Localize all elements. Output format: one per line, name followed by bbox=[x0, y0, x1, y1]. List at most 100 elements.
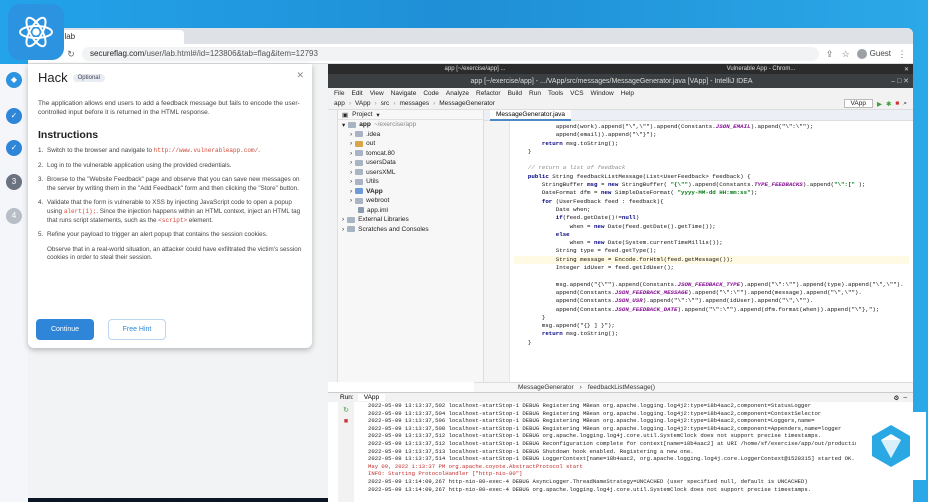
panel-intro: The application allows end users to add … bbox=[38, 100, 300, 116]
nav-crumb-src[interactable]: src bbox=[381, 100, 390, 107]
editor-tab[interactable]: MessageGenerator.java bbox=[490, 109, 572, 121]
run-toolbar: ↻ ■ bbox=[338, 402, 354, 502]
debug-icon[interactable]: ✱ bbox=[886, 100, 891, 108]
instructions-list: 1. Switch to the browser and navigate to … bbox=[38, 147, 302, 263]
code-editor[interactable]: MessageGenerator.java append(work).appen… bbox=[484, 109, 913, 382]
folder-icon bbox=[355, 140, 364, 147]
menu-analyze[interactable]: Analyze bbox=[446, 90, 469, 97]
ide-navbar: app › VApp › src › messages › MessageGenerat… bbox=[328, 98, 913, 110]
intellij-window: app [~/exercise/app] ... Vulnerable App … bbox=[328, 64, 913, 502]
step-text: Log in to the vulnerable application usi… bbox=[47, 161, 232, 169]
console-line: 2022-05-09 13:13:37,506 localhost-startS… bbox=[368, 417, 815, 425]
crumb-method[interactable]: feedbackListMessage() bbox=[588, 384, 655, 391]
profile-label: Guest bbox=[869, 49, 891, 58]
tree-item-vapp[interactable]: › VApp bbox=[338, 187, 483, 197]
stop-icon[interactable]: ■ bbox=[895, 100, 899, 107]
tree-item-tomcat[interactable]: › tomcat.80 bbox=[338, 149, 483, 159]
run-icon[interactable]: ▶ bbox=[877, 100, 882, 108]
menu-run[interactable]: Run bbox=[529, 90, 541, 97]
run-tab[interactable]: VApp bbox=[357, 394, 386, 401]
window-minimize-icon[interactable]: – bbox=[891, 78, 895, 85]
crumb-class[interactable]: MessageGenerator bbox=[518, 384, 574, 391]
folder-icon bbox=[355, 150, 364, 157]
reload-icon[interactable]: ↻ bbox=[66, 49, 76, 59]
menu-tools[interactable]: Tools bbox=[548, 90, 563, 97]
ide-titlebar: app [~/exercise/app] - .../VApp/src/mess… bbox=[328, 74, 913, 88]
tree-label: Scratches and Consoles bbox=[358, 225, 429, 233]
menu-build[interactable]: Build bbox=[508, 90, 522, 97]
run-label: Run: bbox=[340, 394, 354, 401]
menu-view[interactable]: View bbox=[370, 90, 384, 97]
console-line: 2022-05-09 13:14:09,267 http-nio-80-exec… bbox=[368, 477, 808, 485]
step-1-complete-icon[interactable]: ✓ bbox=[6, 108, 22, 124]
project-tool-strip[interactable] bbox=[328, 110, 338, 382]
nav-crumb-vapp[interactable]: VApp bbox=[355, 100, 370, 107]
tree-item-utils[interactable]: › Utils bbox=[338, 177, 483, 187]
menu-edit[interactable]: Edit bbox=[351, 90, 362, 97]
menu-help[interactable]: Help bbox=[621, 90, 634, 97]
nav-crumb-messagegenerator[interactable]: MessageGenerator bbox=[439, 100, 495, 107]
continue-button[interactable]: Continue bbox=[36, 319, 94, 340]
folder-icon bbox=[355, 159, 364, 166]
taskbar-item-ide[interactable]: app [~/exercise/app] ... bbox=[332, 66, 618, 72]
library-icon bbox=[347, 216, 356, 223]
close-icon[interactable]: ✕ bbox=[296, 70, 304, 81]
tree-label: usersData bbox=[366, 159, 396, 167]
step-4-indicator[interactable]: 4 bbox=[6, 208, 22, 224]
menu-file[interactable]: File bbox=[334, 90, 344, 97]
run-config-select[interactable]: VApp bbox=[843, 99, 873, 108]
step-code-alert: alert(1); bbox=[63, 207, 97, 215]
tree-item-app[interactable]: ▾ app ~/exercise/app bbox=[338, 120, 483, 130]
step-code-script-tag: <script> bbox=[158, 216, 188, 224]
rerun-icon[interactable]: ↻ bbox=[338, 406, 354, 414]
url-field[interactable]: secureflag.com/user/lab.html#/id=123806&… bbox=[82, 46, 819, 61]
nav-crumb-app[interactable]: app bbox=[334, 100, 345, 107]
panel-heading: Hack Optional bbox=[38, 70, 302, 85]
file-icon bbox=[358, 207, 364, 214]
menu-kebab-icon[interactable]: ⋮ bbox=[897, 49, 907, 59]
folder-icon bbox=[355, 197, 364, 204]
share-icon[interactable]: ⇪ bbox=[825, 49, 835, 59]
window-close-icon[interactable]: ✕ bbox=[904, 66, 909, 73]
tree-item-scratches[interactable]: › Scratches and Consoles bbox=[338, 225, 483, 235]
console-output[interactable]: 2022-05-09 13:13:37,502 localhost-startS… bbox=[358, 402, 913, 502]
tree-item-external-libraries[interactable]: › External Libraries bbox=[338, 215, 483, 225]
taskbar-item-browser[interactable]: Vulnerable App - Chrom... bbox=[618, 66, 904, 72]
tree-item-usersdata[interactable]: › usersData bbox=[338, 158, 483, 168]
free-hint-button[interactable]: Free Hint bbox=[108, 319, 166, 340]
tree-item-app-iml[interactable]: app.iml bbox=[338, 206, 483, 216]
react-logo-icon bbox=[8, 4, 64, 60]
stop-icon[interactable]: ■ bbox=[338, 418, 354, 425]
hack-panel: Hack Optional ✕ The application allows e… bbox=[28, 64, 312, 348]
console-line: 2022-05-09 13:13:37,512 localhost-startS… bbox=[368, 432, 822, 440]
source-code[interactable]: append(work).append("\",\"").append(Cons… bbox=[514, 123, 909, 347]
step-3-indicator[interactable]: 3 bbox=[6, 174, 22, 190]
menu-refactor[interactable]: Refactor bbox=[476, 90, 501, 97]
bookmark-star-icon[interactable]: ☆ bbox=[841, 49, 851, 59]
step-text-suffix: . bbox=[258, 147, 260, 154]
nav-crumb-messages[interactable]: messages bbox=[399, 100, 429, 107]
menu-code[interactable]: Code bbox=[423, 90, 439, 97]
window-close-icon[interactable]: ✕ bbox=[903, 77, 909, 85]
ide-menubar: File Edit View Navigate Code Analyze Ref… bbox=[328, 88, 913, 98]
search-icon[interactable]: ⌕ bbox=[903, 100, 907, 108]
step-2-complete-icon[interactable]: ✓ bbox=[6, 140, 22, 156]
menu-window[interactable]: Window bbox=[591, 90, 614, 97]
address-bar: ← → ↻ secureflag.com/user/lab.html#/id=1… bbox=[28, 44, 913, 64]
chevron-down-icon[interactable]: ▾ bbox=[376, 111, 379, 119]
tree-item-webroot[interactable]: › webroot bbox=[338, 196, 483, 206]
minimize-panel-icon[interactable]: – bbox=[903, 394, 907, 401]
tree-item-out[interactable]: › out bbox=[338, 139, 483, 149]
menu-navigate[interactable]: Navigate bbox=[391, 90, 417, 97]
window-maximize-icon[interactable]: □ bbox=[897, 78, 901, 85]
project-label[interactable]: Project bbox=[352, 111, 372, 118]
tree-item-usersxml[interactable]: › usersXML bbox=[338, 168, 483, 178]
folder-icon bbox=[355, 131, 364, 138]
folder-icon bbox=[355, 169, 364, 176]
editor-gutter bbox=[484, 121, 510, 382]
optional-badge: Optional bbox=[72, 73, 105, 82]
gear-icon[interactable]: ⚙ bbox=[894, 394, 900, 402]
menu-vcs[interactable]: VCS bbox=[570, 90, 583, 97]
tree-item-idea[interactable]: › .idea bbox=[338, 130, 483, 140]
profile-button[interactable]: Guest bbox=[856, 48, 891, 59]
